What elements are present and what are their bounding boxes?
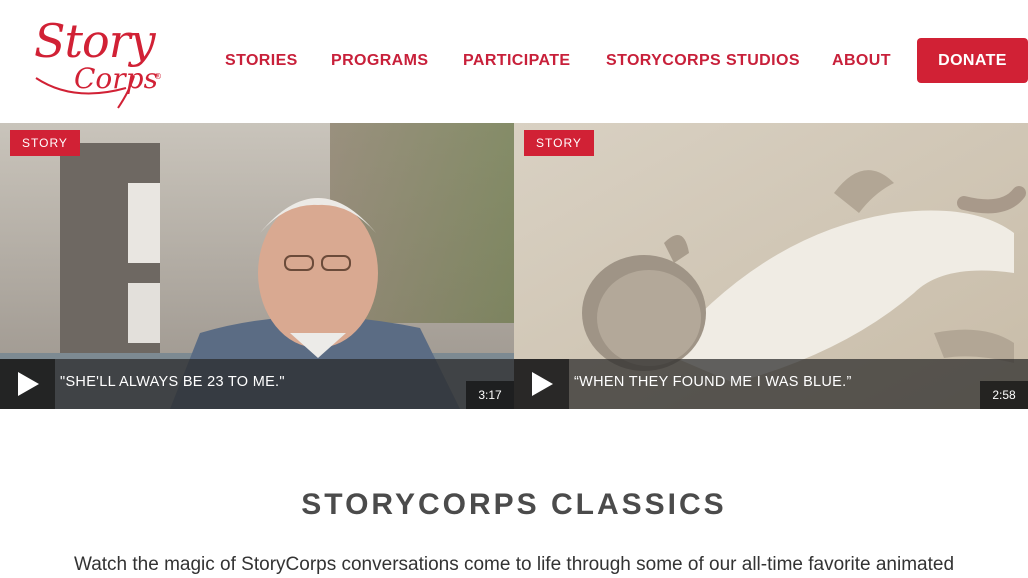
story-caption-bar: “WHEN THEY FOUND ME I WAS BLUE.” 2:58	[514, 359, 1028, 409]
section-description: Watch the magic of StoryCorps conversati…	[73, 554, 955, 575]
story-quote[interactable]: “WHEN THEY FOUND ME I WAS BLUE.”	[574, 374, 852, 390]
play-icon	[531, 372, 553, 396]
site-header: Story Corps ® STORIES PROGRAMS PARTICIPA…	[0, 0, 1028, 123]
nav-item-programs[interactable]: PROGRAMS	[331, 52, 428, 70]
story-badge: STORY	[10, 130, 80, 156]
story-duration: 3:17	[466, 381, 514, 409]
story-caption-bar: "SHE'LL ALWAYS BE 23 TO ME." 3:17	[0, 359, 514, 409]
main-nav: STORIES PROGRAMS PARTICIPATE STORYCORPS …	[0, 0, 1028, 123]
nav-item-participate[interactable]: PARTICIPATE	[463, 52, 571, 70]
nav-item-about[interactable]: ABOUT	[832, 52, 891, 70]
story-card[interactable]: STORY "SHE'LL ALWAYS BE 23 TO ME." 3:17	[0, 123, 514, 409]
nav-item-storycorps-studios[interactable]: STORYCORPS STUDIOS	[606, 52, 800, 70]
play-button[interactable]	[514, 359, 569, 409]
donate-button[interactable]: DONATE	[917, 38, 1028, 83]
play-button[interactable]	[0, 359, 55, 409]
story-quote[interactable]: "SHE'LL ALWAYS BE 23 TO ME."	[60, 374, 285, 390]
play-icon	[17, 372, 39, 396]
story-badge: STORY	[524, 130, 594, 156]
story-duration: 2:58	[980, 381, 1028, 409]
story-card[interactable]: STORY “WHEN THEY FOUND ME I WAS BLUE.” 2…	[514, 123, 1028, 409]
section-title: STORYCORPS CLASSICS	[301, 488, 727, 521]
nav-item-stories[interactable]: STORIES	[225, 52, 298, 70]
